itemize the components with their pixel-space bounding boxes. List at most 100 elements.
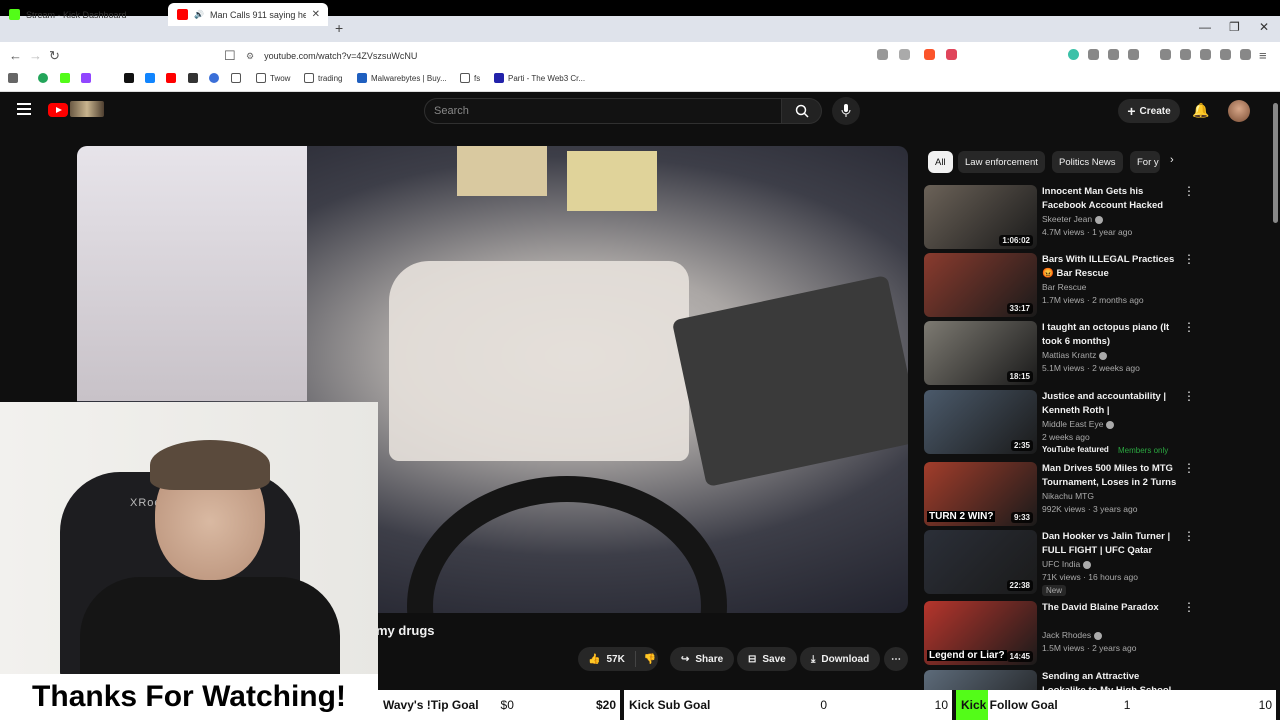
brave-shields-icon[interactable] xyxy=(924,49,935,60)
more-vert-icon[interactable]: ⋮ xyxy=(1183,321,1195,333)
extension-icon[interactable] xyxy=(1128,49,1139,60)
bookmark-favicon[interactable] xyxy=(188,73,198,83)
tab-youtube-video[interactable]: 🔊 Man Calls 911 saying he gave ✕ xyxy=(168,3,328,26)
channel-name[interactable]: Middle East Eye xyxy=(1042,419,1115,429)
dislike-button[interactable]: 👎 xyxy=(636,654,664,665)
menu-icon[interactable] xyxy=(17,103,31,115)
channel-name[interactable]: Jack Rhodes xyxy=(1042,630,1103,640)
share-button[interactable]: ↪ Share xyxy=(670,647,735,671)
recommended-video[interactable]: TURN 2 WIN? 9:33 Man Drives 500 Miles to M… xyxy=(924,462,1195,526)
channel-name[interactable]: Nikachu MTG xyxy=(1042,491,1094,501)
video-thumbnail[interactable] xyxy=(924,670,1037,690)
site-info-icon[interactable]: ⚙ xyxy=(246,51,254,62)
extension-icon[interactable] xyxy=(1088,49,1099,60)
twitch-bookmark-icon[interactable] xyxy=(81,73,91,83)
recommended-video[interactable]: 18:15 I taught an octopus piano (It took … xyxy=(924,321,1195,385)
folder-icon[interactable] xyxy=(231,73,241,83)
more-vert-icon[interactable]: ⋮ xyxy=(1183,253,1195,265)
chip-for-you[interactable]: For y xyxy=(1130,151,1160,173)
bookmark-favicon[interactable] xyxy=(38,73,48,83)
close-window-button[interactable]: ✕ xyxy=(1259,20,1269,34)
video-title[interactable]: The David Blaine Paradox xyxy=(1042,601,1180,615)
bookmark-favicon[interactable] xyxy=(209,73,219,83)
video-thumbnail[interactable]: 2:35 xyxy=(924,390,1037,454)
kick-bookmark-icon[interactable] xyxy=(60,73,70,83)
video-title[interactable]: Innocent Man Gets his Facebook Account H… xyxy=(1042,185,1180,212)
audio-icon[interactable]: 🔊 xyxy=(194,10,204,19)
bookmark-icon[interactable]: ☐ xyxy=(224,48,236,64)
channel-name[interactable]: Mattias Krantz xyxy=(1042,350,1108,360)
brave-rewards-icon[interactable] xyxy=(946,49,957,60)
media-icon[interactable] xyxy=(1160,49,1171,60)
menu-icon[interactable]: ≡ xyxy=(1259,48,1267,63)
page-scrollbar[interactable] xyxy=(1270,93,1280,720)
recommended-video[interactable]: 1:06:02 Innocent Man Gets his Facebook Ac… xyxy=(924,185,1195,249)
avatar[interactable] xyxy=(1228,100,1250,122)
extension-icon[interactable] xyxy=(1068,49,1079,60)
recommended-video[interactable]: Sending an Attractive Lookalike to My Hi… xyxy=(924,670,1186,690)
search-input[interactable]: Search xyxy=(424,98,782,124)
tab-kick-dashboard[interactable]: Stream - Kick Dashboard xyxy=(0,3,168,26)
url-field[interactable]: ⚙ youtube.com/watch?v=4ZVszsuWcNU xyxy=(246,46,966,66)
more-vert-icon[interactable]: ⋮ xyxy=(1183,185,1195,197)
bluesky-bookmark-icon[interactable] xyxy=(145,73,155,83)
video-thumbnail[interactable]: Legend or Liar? 14:45 xyxy=(924,601,1037,665)
apps-icon[interactable] xyxy=(8,73,18,83)
new-tab-button[interactable]: + xyxy=(335,20,343,36)
video-title[interactable]: I taught an octopus piano (It took 6 mon… xyxy=(1042,321,1180,348)
more-vert-icon[interactable]: ⋮ xyxy=(1183,670,1186,682)
youtube-bookmark-icon[interactable] xyxy=(166,73,176,83)
like-button[interactable]: 👍 57K xyxy=(578,651,636,667)
vpn-icon[interactable] xyxy=(1240,49,1251,60)
save-button[interactable]: ⊟ Save xyxy=(737,647,797,671)
recommended-video[interactable]: 2:35 Justice and accountability | Kenneth… xyxy=(924,390,1195,455)
voice-search-button[interactable] xyxy=(832,97,860,125)
more-vert-icon[interactable]: ⋮ xyxy=(1183,530,1195,542)
notifications-bell-icon[interactable]: 🔔 xyxy=(1192,102,1209,119)
forward-button[interactable]: → xyxy=(29,48,42,63)
bookmark-parti[interactable]: Parti - The Web3 Cr... xyxy=(494,73,585,83)
doodle-logo[interactable] xyxy=(70,101,104,117)
bookmark-folder-twow[interactable]: Twow xyxy=(256,73,290,83)
leo-icon[interactable] xyxy=(1220,49,1231,60)
video-thumbnail[interactable]: 18:15 xyxy=(924,321,1037,385)
back-button[interactable]: ← xyxy=(9,48,22,63)
close-tab-icon[interactable]: ✕ xyxy=(312,9,320,20)
chevron-right-icon[interactable]: › xyxy=(1170,154,1174,166)
recommended-video[interactable]: Legend or Liar? 14:45 The David Blaine Par… xyxy=(924,601,1195,665)
more-vert-icon[interactable]: ⋮ xyxy=(1183,601,1195,613)
video-thumbnail[interactable]: 1:06:02 xyxy=(924,185,1037,249)
cast-icon[interactable] xyxy=(877,49,888,60)
wallet-icon[interactable] xyxy=(1200,49,1211,60)
share-icon[interactable] xyxy=(899,49,910,60)
chip-all[interactable]: All xyxy=(928,151,953,173)
video-title[interactable]: Sending an Attractive Lookalike to My Hi… xyxy=(1042,670,1180,690)
bookmark-folder-fs[interactable]: fs xyxy=(460,73,480,83)
video-thumbnail[interactable]: 33:17 xyxy=(924,253,1037,317)
x-bookmark-icon[interactable] xyxy=(124,73,134,83)
channel-name[interactable]: UFC India xyxy=(1042,559,1092,569)
video-thumbnail[interactable]: TURN 2 WIN? 9:33 xyxy=(924,462,1037,526)
more-vert-icon[interactable]: ⋮ xyxy=(1183,462,1195,474)
bookmark-malwarebytes[interactable]: Malwarebytes | Buy... xyxy=(357,73,447,83)
video-title[interactable]: Bars With ILLEGAL Practices 😡 Bar Rescue xyxy=(1042,253,1180,280)
video-title[interactable]: Justice and accountability | Kenneth Rot… xyxy=(1042,390,1180,417)
extensions-puzzle-icon[interactable] xyxy=(1108,49,1119,60)
search-button[interactable] xyxy=(782,98,822,124)
more-actions-button[interactable]: ⋯ xyxy=(884,647,908,671)
channel-name[interactable]: Bar Rescue xyxy=(1042,282,1086,292)
recommended-video[interactable]: 33:17 Bars With ILLEGAL Practices 😡 Bar R… xyxy=(924,253,1195,317)
reload-button[interactable]: ↻ xyxy=(49,48,60,64)
minimize-button[interactable]: — xyxy=(1199,20,1211,34)
video-title[interactable]: Man Drives 500 Miles to MTG Tournament, … xyxy=(1042,462,1180,489)
recommended-video[interactable]: 22:38 Dan Hooker vs Jalin Turner | FULL F… xyxy=(924,530,1195,596)
youtube-logo-icon[interactable] xyxy=(48,103,68,117)
chip-law-enforcement[interactable]: Law enforcement xyxy=(958,151,1045,173)
video-title[interactable]: Dan Hooker vs Jalin Turner | FULL FIGHT … xyxy=(1042,530,1180,557)
video-thumbnail[interactable]: 22:38 xyxy=(924,530,1037,594)
create-button[interactable]: + Create xyxy=(1118,99,1180,123)
maximize-button[interactable]: ❐ xyxy=(1229,20,1240,34)
chip-politics-news[interactable]: Politics News xyxy=(1052,151,1123,173)
download-button[interactable]: ⤓ Download xyxy=(800,647,881,671)
more-vert-icon[interactable]: ⋮ xyxy=(1183,390,1195,402)
